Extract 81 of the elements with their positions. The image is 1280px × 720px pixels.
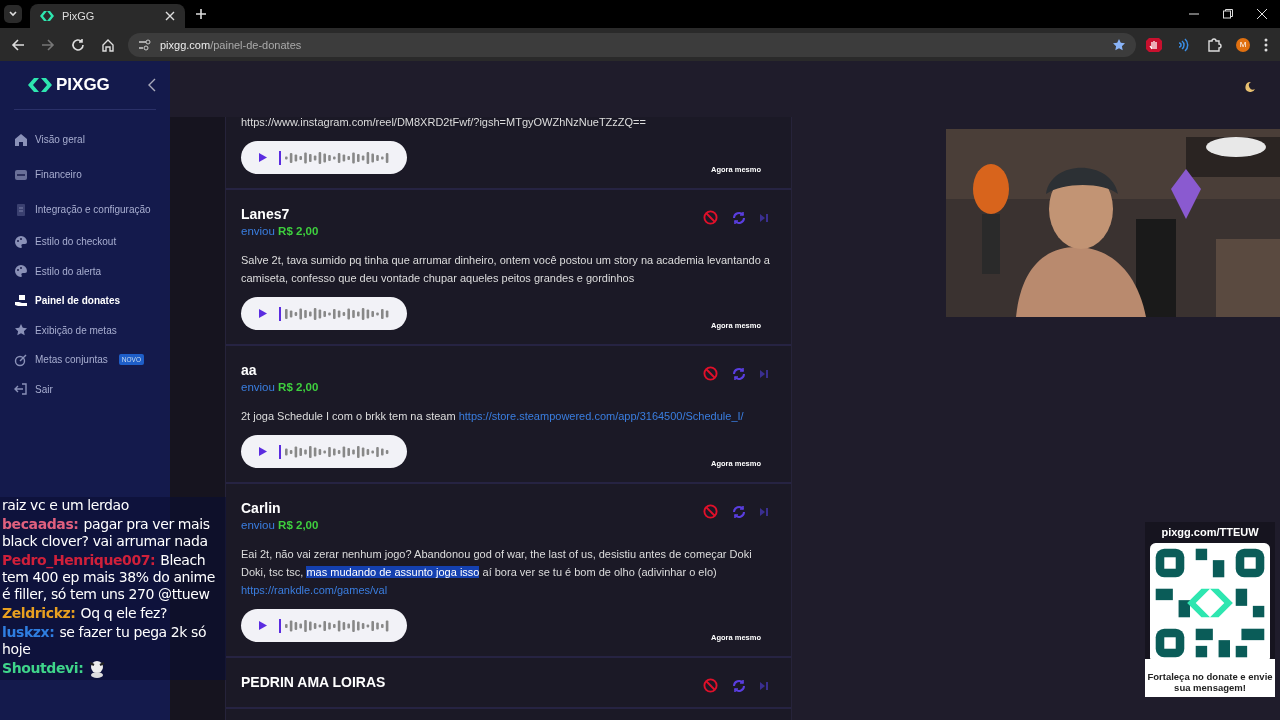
menu-icon[interactable] [1264,37,1268,52]
collapse-icon[interactable] [148,78,156,92]
star-icon[interactable] [1112,37,1126,52]
donation-message: Eai 2t, não vai zerar nenhum jogo? Abandonou god of war, the last of us, desistiu antes de começar Doki Doki, tsc tsc, mas mudando de assunto joga isso aí bora ver se tu é bom de olho (adivinhar o elo) https://rankdle.com/games/val [241,547,753,598]
logo-text: PIXGG [56,75,110,95]
logo-icon [28,78,52,92]
donor-name: PEDRIN AMA LOIRAS [241,674,386,690]
logo-icon [40,11,54,21]
play-icon[interactable] [259,447,267,456]
donation-message: https://www.instagram.com/reel/DM8XRD2tFwf/?igsh=MTgyOWZhNzNueTZzZQ== [241,117,647,130]
nav-item[interactable]: Financeiro [14,157,156,192]
forward-icon[interactable] [41,37,55,52]
message-link[interactable]: https://rankdle.com/games/val [241,584,388,596]
nav-item[interactable]: Exibição de metas [14,315,156,345]
home-icon[interactable] [101,37,115,52]
hand-box-icon [14,293,28,308]
restore-icon[interactable] [1222,8,1234,20]
donor-name: Carlin [241,500,282,516]
waveform-icon [279,149,391,166]
replay-icon[interactable] [732,504,746,519]
chat-message: becaadas: pagar pra ver mais black clover? vai arrumar nada [2,516,211,550]
donation-amount: enviou R$ 2,00 [241,381,319,393]
audio-player[interactable] [241,297,407,330]
url-text: pixgg.com/painel-de-donates [160,38,302,51]
nav-item[interactable]: Estilo do alerta [14,256,156,286]
palette-icon [14,234,28,249]
donation-message: Salve 2t, tava sumido pq tinha que arrumar dinheiro, ontem você postou um story na academia levantando a camiseta, confesso que deu vontade chupar aqueles peitos grandes e gordinhos [241,253,771,286]
audio-player[interactable] [241,141,407,174]
browser-tab[interactable]: PixGG [30,4,185,28]
audio-player[interactable] [241,609,407,642]
chevron-down-icon [8,9,18,19]
target-icon [14,352,28,367]
block-icon[interactable] [703,678,718,693]
document-icon [14,202,28,217]
address-bar[interactable]: pixgg.com/painel-de-donates [128,32,1136,57]
close-icon[interactable] [1256,8,1268,20]
puzzle-icon[interactable] [1206,36,1222,53]
chat-message: luskzx: se fazer tu pega 2k só hoje [2,624,208,658]
block-icon[interactable] [703,210,718,225]
hand-icon[interactable] [1146,36,1162,53]
block-icon[interactable] [703,504,718,519]
donor-name: Lanes7 [241,206,291,222]
play-icon[interactable] [259,309,267,318]
replay-icon[interactable] [732,678,746,693]
donation-message: 2t joga Schedule I com o brkk tem na steam https://store.steampowered.com/app/3164500/Schedule_I/ [241,409,745,424]
nav-item[interactable]: Visão geral [14,122,156,157]
house-icon [14,132,28,147]
replay-icon[interactable] [732,210,746,225]
block-icon[interactable] [703,366,718,381]
play-icon[interactable] [259,621,267,630]
chat-message: raiz vc e um lerdao [2,497,130,514]
nav-item[interactable]: Estilo do checkout [14,227,156,257]
qr-caption: Fortaleça no donate e envie sua mensagem! [1145,659,1275,697]
logout-icon [14,382,28,397]
donation-amount: enviou R$ 2,00 [241,225,319,237]
donation-amount: enviou R$ 2,00 [241,519,319,531]
star-icon [14,323,28,338]
site-settings-icon[interactable] [138,37,152,52]
chat-message: Pedro_Henrique007: Bleach tem 400 ep mais 38% do anime é filler, só tem uns 270 @ttuew [2,552,217,603]
wallet-icon [14,167,28,182]
donor-name: aa [241,362,258,378]
palette-icon [14,264,28,279]
nav-item[interactable]: Painel de donates [14,286,156,316]
tab-list-button[interactable] [4,5,22,23]
close-icon[interactable] [165,11,175,21]
reload-icon[interactable] [71,37,85,52]
nav-item[interactable]: Sair [14,374,156,404]
new-tab-icon[interactable] [195,8,207,20]
play-icon[interactable] [259,153,267,162]
waveform-icon [279,443,391,460]
chat-message: Shoutdevi: [2,660,224,678]
qr-url: pixgg.com/TTEUW [1161,525,1259,540]
replay-icon[interactable] [732,366,746,381]
waveform-icon [279,305,391,322]
audio-player[interactable] [241,435,407,468]
back-icon[interactable] [11,37,25,52]
chat-message: Zeldrickz: Oq q ele fez? [2,605,168,622]
nav-item[interactable]: Integração e configuração [14,192,156,227]
waveform-icon [279,617,391,634]
message-link[interactable]: https://store.steampowered.com/app/3164500/Schedule_I/ [458,410,744,422]
tab-title: PixGG [62,10,95,22]
